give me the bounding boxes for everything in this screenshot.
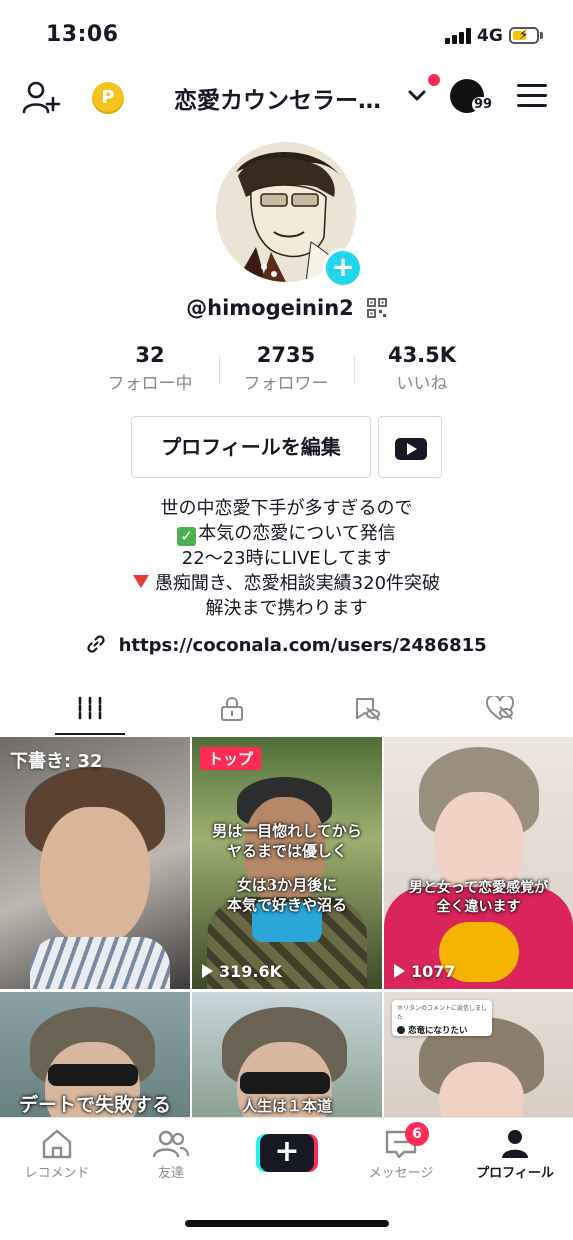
profile-link[interactable]: https://coconala.com/users/2486815 <box>0 634 573 656</box>
profile-avatar[interactable]: + <box>216 142 363 288</box>
home-icon <box>42 1129 72 1159</box>
video-caption: デートで失敗する <box>18 1094 171 1116</box>
tab-liked[interactable] <box>436 684 560 734</box>
hidden-bookmark-icon <box>356 698 380 721</box>
coin-icon[interactable]: P <box>92 82 124 114</box>
bio-line: 解決まで携わります <box>205 598 368 619</box>
draft-label: 下書き: 32 <box>10 751 103 772</box>
video-thumbnail[interactable]: ホリタンのコメントに返信しました 恋竜になりたい <box>384 992 573 1117</box>
link-icon <box>87 635 105 653</box>
tab-saved[interactable] <box>304 684 428 734</box>
tab-private[interactable] <box>170 684 294 734</box>
network-label: 4G <box>477 26 503 46</box>
video-grid: 下書き: 32 トップ 男は一目惚れしてから ヤるまでは優しく 女は3か月後に … <box>0 737 573 1117</box>
stat-followers[interactable]: 2735 フォロワー <box>216 343 356 394</box>
add-avatar-button[interactable]: + <box>323 248 363 288</box>
tab-videos[interactable] <box>28 684 152 734</box>
video-caption: 男は一目惚れしてから ヤるまでは優しく 女は3か月後に 本気で好きや沼る <box>212 822 362 914</box>
view-count: 319.6K <box>202 962 282 981</box>
home-indicator <box>185 1220 389 1227</box>
signal-icon <box>445 28 471 44</box>
stat-following[interactable]: 32 フォロー中 <box>80 343 220 394</box>
username-row: @himogeinin2 <box>0 296 573 320</box>
battery-icon: ⚡ <box>509 27 539 44</box>
grid-icon <box>78 696 102 720</box>
status-time: 13:06 <box>46 22 119 47</box>
top-badge: トップ <box>200 747 262 770</box>
bio-line: ✓ 本気の恋愛について発信 <box>0 521 573 546</box>
view-count: 1077 <box>394 962 456 981</box>
account-switcher-title[interactable]: 恋愛カウンセラー… <box>174 81 381 115</box>
red-triangle-icon <box>132 575 149 588</box>
profile-bio: 世の中恋愛下手が多すぎるので ✓ 本気の恋愛について発信 22〜23時にLIVEし… <box>0 496 573 621</box>
play-icon <box>394 964 405 978</box>
menu-icon[interactable] <box>517 84 547 108</box>
username: @himogeinin2 <box>186 296 354 320</box>
bio-line: 愚痴聞き、恋愛相談実績320件突破 <box>0 571 573 596</box>
profile-stats: 32 フォロー中 2735 フォロワー 43.5K いいね <box>80 343 500 397</box>
video-thumbnail[interactable]: 男と女って恋愛感覚が 全く違います 1077 <box>384 737 573 989</box>
top-nav: P 恋愛カウンセラー… 99 <box>0 66 573 128</box>
profile-icon <box>502 1130 528 1158</box>
qr-code-icon[interactable] <box>366 298 387 318</box>
notification-dot <box>428 74 440 86</box>
stat-likes[interactable]: 43.5K いいね <box>352 343 492 394</box>
video-thumbnail[interactable]: トップ 男は一目惚れしてから ヤるまでは優しく 女は3か月後に 本気で好きや沼る… <box>192 737 382 989</box>
comment-reply-card: ホリタンのコメントに返信しました 恋竜になりたい <box>392 1000 492 1036</box>
nav-home[interactable]: レコメンド <box>0 1128 114 1181</box>
friends-icon <box>152 1130 190 1158</box>
bio-line: 世の中恋愛下手が多すぎるので <box>160 498 413 519</box>
play-icon <box>202 964 213 978</box>
video-caption: 人生は１本道 <box>241 1097 332 1115</box>
add-user-icon[interactable] <box>22 80 62 116</box>
nav-inbox[interactable]: メッセージ <box>344 1128 458 1181</box>
content-tabs <box>0 684 573 736</box>
video-caption: 男と女って恋愛感覚が 全く違います <box>408 880 549 915</box>
video-thumbnail[interactable]: 人生は１本道 <box>192 992 382 1117</box>
account-count-badge: 99 <box>472 97 495 112</box>
nav-friends[interactable]: 友達 <box>114 1128 228 1181</box>
bio-line: 22〜23時にLIVEしてます <box>181 548 392 569</box>
video-thumbnail[interactable]: デートで失敗する <box>0 992 190 1117</box>
create-button[interactable]: + <box>256 1134 318 1172</box>
edit-profile-button[interactable]: プロフィールを編集 <box>131 416 371 478</box>
status-bar: 13:06 4G ⚡ <box>0 0 573 66</box>
youtube-icon <box>395 438 427 460</box>
active-tab-indicator <box>55 733 125 735</box>
lock-icon <box>221 697 243 721</box>
nav-profile[interactable]: プロフィール <box>458 1128 572 1181</box>
message-count-badge: 6 <box>405 1122 429 1146</box>
check-mark-icon: ✓ <box>177 527 197 546</box>
youtube-button[interactable] <box>378 416 442 478</box>
plus-icon: + <box>260 1134 314 1172</box>
chevron-down-icon[interactable] <box>407 88 427 104</box>
link-text: https://coconala.com/users/2486815 <box>118 635 487 656</box>
hidden-heart-icon <box>485 696 515 721</box>
video-thumbnail-draft[interactable]: 下書き: 32 <box>0 737 190 989</box>
